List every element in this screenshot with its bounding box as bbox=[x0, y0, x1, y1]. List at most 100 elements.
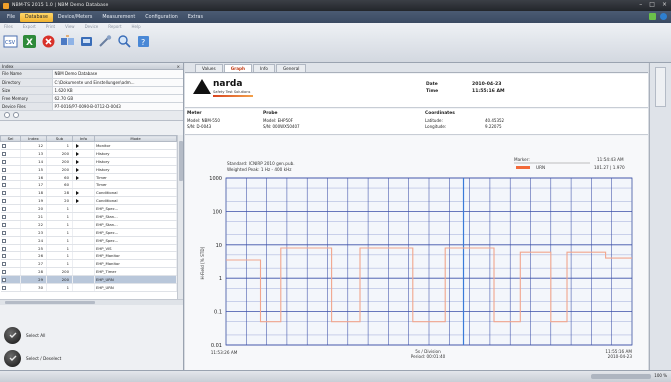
property-value[interactable]: 62.70 GB bbox=[52, 94, 183, 103]
table-row[interactable]: 20 1 EHP_Spec... bbox=[0, 204, 177, 214]
checkbox-icon[interactable] bbox=[1, 191, 6, 196]
menu-device-meters[interactable]: Device/Meters bbox=[53, 13, 97, 22]
device-icon[interactable] bbox=[79, 34, 94, 49]
row-checkbox[interactable] bbox=[0, 275, 21, 285]
row-checkbox[interactable] bbox=[0, 220, 21, 229]
row-checkbox[interactable] bbox=[0, 212, 21, 221]
row-checkbox[interactable] bbox=[0, 165, 21, 174]
checkbox-icon[interactable] bbox=[1, 207, 6, 212]
delete-icon[interactable] bbox=[41, 34, 56, 49]
nav-forward-icon[interactable] bbox=[13, 112, 19, 118]
row-checkbox[interactable] bbox=[0, 149, 21, 158]
menu-file[interactable]: File bbox=[2, 13, 20, 22]
minimize-icon[interactable]: – bbox=[639, 1, 642, 8]
table-row[interactable]: 16 60 Timer bbox=[0, 173, 177, 182]
table-row[interactable]: 15 200 History bbox=[0, 165, 177, 174]
nav-back-icon[interactable] bbox=[4, 112, 10, 118]
checkbox-icon[interactable] bbox=[1, 143, 6, 148]
scroll-thumb[interactable] bbox=[5, 301, 95, 304]
table-row[interactable]: 24 1 EHP_Spec... bbox=[0, 236, 177, 245]
table-row[interactable]: 21 1 EHP_Stan... bbox=[0, 212, 177, 221]
row-checkbox[interactable] bbox=[0, 196, 21, 206]
grid-vertical-scrollbar[interactable] bbox=[177, 135, 183, 299]
table-row[interactable]: 17 60 Timer bbox=[0, 180, 177, 190]
info-play-icon[interactable] bbox=[76, 151, 79, 156]
info-play-icon[interactable] bbox=[76, 199, 79, 204]
row-checkbox[interactable] bbox=[0, 180, 21, 190]
tab-info[interactable]: Info bbox=[253, 64, 275, 72]
row-checkbox[interactable] bbox=[0, 228, 21, 237]
checkbox-icon[interactable] bbox=[1, 167, 6, 172]
checkbox-icon[interactable] bbox=[1, 238, 6, 243]
scroll-thumb[interactable] bbox=[179, 141, 183, 181]
checkbox-icon[interactable] bbox=[1, 222, 6, 227]
checkbox-icon[interactable] bbox=[1, 285, 6, 290]
menu-measurement[interactable]: Measurement bbox=[97, 13, 140, 22]
menu-extras[interactable]: Extras bbox=[183, 13, 208, 22]
checkbox-icon[interactable] bbox=[1, 159, 6, 164]
menu-configuration[interactable]: Configuration bbox=[140, 13, 183, 22]
csv-export-icon[interactable]: CSV bbox=[3, 34, 18, 49]
table-row[interactable]: 12 1 Monitor bbox=[0, 141, 177, 150]
checkbox-icon[interactable] bbox=[1, 175, 6, 180]
info-play-icon[interactable] bbox=[76, 143, 79, 148]
help-icon[interactable] bbox=[660, 13, 667, 20]
pin-icon[interactable]: × bbox=[176, 63, 180, 70]
zoom-slider[interactable] bbox=[591, 374, 651, 379]
row-checkbox[interactable] bbox=[0, 141, 21, 150]
checkbox-icon[interactable] bbox=[1, 254, 6, 259]
row-checkbox[interactable] bbox=[0, 236, 21, 245]
checkbox-icon[interactable] bbox=[1, 270, 6, 275]
checkbox-icon[interactable] bbox=[1, 151, 6, 156]
tab-general[interactable]: General bbox=[275, 64, 307, 72]
close-icon[interactable]: × bbox=[662, 1, 667, 8]
checkbox-icon[interactable] bbox=[1, 262, 6, 267]
table-row[interactable]: 13 200 History bbox=[0, 149, 177, 158]
transfer-icon[interactable] bbox=[60, 34, 75, 49]
probe-icon[interactable] bbox=[98, 34, 113, 49]
table-row[interactable]: 29 200 EHP_URN bbox=[0, 275, 177, 285]
property-value[interactable]: C:\Dokumente und Einstellungen\adm... bbox=[52, 78, 183, 87]
row-checkbox[interactable] bbox=[0, 173, 21, 182]
row-checkbox[interactable] bbox=[0, 267, 21, 277]
table-row[interactable]: 26 1 EHP_Monitor bbox=[0, 251, 177, 261]
table-row[interactable]: 22 1 EHP_Stan... bbox=[0, 220, 177, 229]
table-row[interactable]: 27 1 EHP_Monitor bbox=[0, 259, 177, 269]
row-checkbox[interactable] bbox=[0, 251, 21, 261]
select-deselect-button[interactable]: Select / Deselect bbox=[4, 348, 124, 368]
table-row[interactable]: 23 1 EHP_Spec... bbox=[0, 228, 177, 237]
row-checkbox[interactable] bbox=[0, 188, 21, 198]
row-checkbox[interactable] bbox=[0, 204, 21, 214]
menu-database[interactable]: Database bbox=[20, 12, 53, 22]
table-row[interactable]: 25 1 EHP_VIS bbox=[0, 244, 177, 253]
excel-export-icon[interactable]: X bbox=[22, 34, 37, 49]
checkbox-icon[interactable] bbox=[1, 230, 6, 235]
row-checkbox[interactable] bbox=[0, 157, 21, 166]
checkbox-icon[interactable] bbox=[1, 199, 6, 204]
green-status-icon[interactable] bbox=[649, 13, 656, 20]
checkbox-icon[interactable] bbox=[1, 214, 6, 219]
table-row[interactable]: 18 28 Conditional bbox=[0, 188, 177, 198]
checkbox-icon[interactable] bbox=[1, 183, 6, 188]
side-panel-tab[interactable] bbox=[655, 67, 666, 107]
info-play-icon[interactable] bbox=[76, 159, 79, 164]
checkbox-icon[interactable] bbox=[1, 278, 6, 283]
table-row[interactable]: 28 200 EHP_Timer bbox=[0, 267, 177, 277]
tab-values[interactable]: Values bbox=[195, 64, 223, 72]
tab-graph[interactable]: Graph bbox=[223, 64, 252, 72]
info-play-icon[interactable] bbox=[76, 167, 79, 172]
info-play-icon[interactable] bbox=[76, 191, 79, 196]
info-play-icon[interactable] bbox=[76, 175, 79, 180]
search-icon[interactable] bbox=[117, 34, 132, 49]
table-row[interactable]: 14 200 History bbox=[0, 157, 177, 166]
row-checkbox[interactable] bbox=[0, 244, 21, 253]
checkbox-icon[interactable] bbox=[1, 246, 6, 251]
property-value[interactable]: P7-0016/P7-0090-B-0712-D-0043 bbox=[52, 102, 183, 111]
property-value[interactable]: NBM Demo Database bbox=[52, 70, 183, 79]
help-book-icon[interactable]: ? bbox=[136, 34, 151, 49]
row-checkbox[interactable] bbox=[0, 259, 21, 269]
row-checkbox[interactable] bbox=[0, 283, 21, 292]
maximize-icon[interactable]: □ bbox=[649, 1, 655, 8]
select-all-button[interactable]: Select All bbox=[4, 325, 124, 345]
grid-horizontal-scrollbar[interactable] bbox=[0, 299, 183, 305]
